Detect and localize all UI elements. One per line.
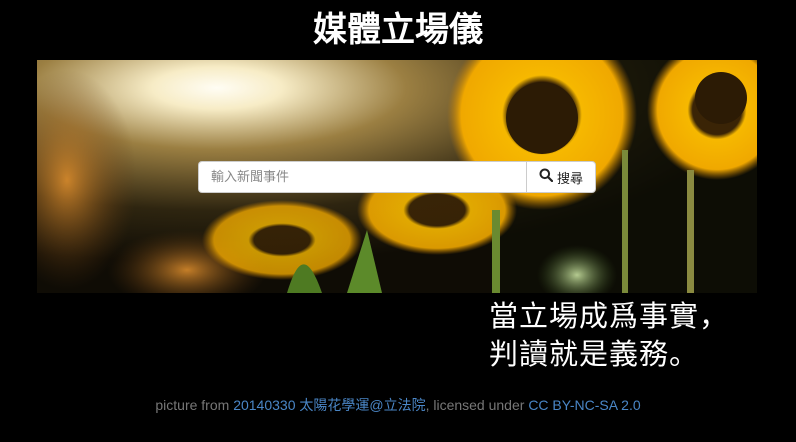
site-title: 媒體立場儀 bbox=[313, 10, 483, 50]
search-button-label: 搜尋 bbox=[556, 171, 583, 187]
search-form: 搜尋 bbox=[198, 161, 596, 193]
search-input[interactable] bbox=[198, 161, 526, 193]
search-button[interactable]: 搜尋 bbox=[526, 161, 596, 193]
photo-credits: picture from 20140330 太陽花學運@立法院, license… bbox=[0, 395, 796, 415]
photo-source-link[interactable]: 20140330 太陽花學運@立法院 bbox=[233, 397, 425, 413]
tagline: 當立場成爲事實， 判讀就是義務。 bbox=[489, 297, 729, 373]
license-link[interactable]: CC BY-NC-SA 2.0 bbox=[528, 397, 640, 413]
credits-prefix: picture from bbox=[155, 397, 234, 413]
search-icon bbox=[539, 168, 554, 186]
page: 媒體立場儀 輸入新聞事件 搜尋 當立場成爲事實， 判讀就是義務。 picture… bbox=[0, 0, 796, 442]
credits-middle: , licensed under bbox=[425, 397, 529, 413]
tagline-line-1: 當立場成爲事實， bbox=[489, 299, 730, 333]
tagline-line-2: 判讀就是義務。 bbox=[489, 337, 700, 371]
